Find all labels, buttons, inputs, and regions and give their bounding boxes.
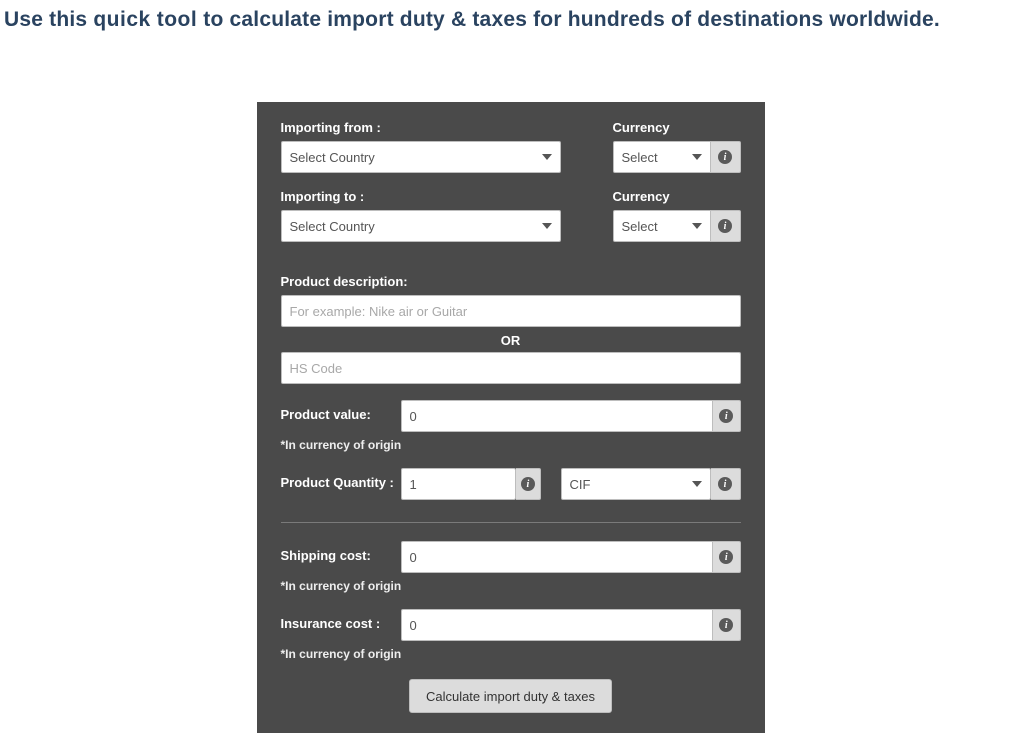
insurance-cost-label: Insurance cost : — [281, 609, 401, 631]
currency-from-label: Currency — [613, 120, 741, 135]
product-quantity-label: Product Quantity : — [281, 468, 401, 492]
product-value-input[interactable] — [401, 400, 713, 432]
insurance-cost-info-button[interactable]: i — [713, 609, 741, 641]
page-heading: Use this quick tool to calculate import … — [0, 0, 1021, 32]
importing-from-select[interactable]: Select Country — [281, 141, 561, 173]
importing-to-label: Importing to : — [281, 189, 561, 204]
shipping-cost-input[interactable] — [401, 541, 713, 573]
product-quantity-input[interactable] — [401, 468, 517, 500]
or-divider: OR — [281, 327, 741, 352]
shipping-cost-label: Shipping cost: — [281, 541, 401, 563]
info-icon: i — [719, 550, 733, 564]
incoterm-select[interactable]: CIF — [561, 468, 711, 500]
shipping-cost-info-button[interactable]: i — [713, 541, 741, 573]
insurance-cost-input[interactable] — [401, 609, 713, 641]
info-icon: i — [718, 150, 732, 164]
hs-code-input[interactable] — [281, 352, 741, 384]
product-value-note: *In currency of origin — [281, 438, 741, 452]
calculator-panel: Importing from : Select Country Currency… — [257, 102, 765, 733]
info-icon: i — [521, 477, 535, 491]
product-value-info-button[interactable]: i — [713, 400, 741, 432]
incoterm-info-button[interactable]: i — [711, 468, 741, 500]
info-icon: i — [718, 219, 732, 233]
shipping-cost-note: *In currency of origin — [281, 579, 741, 593]
currency-from-select[interactable]: Select — [613, 141, 711, 173]
info-icon: i — [719, 618, 733, 632]
info-icon: i — [719, 409, 733, 423]
product-description-input[interactable] — [281, 295, 741, 327]
importing-from-label: Importing from : — [281, 120, 561, 135]
currency-to-info-button[interactable]: i — [711, 210, 741, 242]
product-value-label: Product value: — [281, 400, 401, 422]
calculate-button[interactable]: Calculate import duty & taxes — [409, 679, 612, 713]
insurance-cost-note: *In currency of origin — [281, 647, 741, 661]
info-icon: i — [718, 477, 732, 491]
importing-to-select[interactable]: Select Country — [281, 210, 561, 242]
product-description-label: Product description: — [281, 274, 741, 289]
product-quantity-info-button[interactable]: i — [516, 468, 540, 500]
currency-from-info-button[interactable]: i — [711, 141, 741, 173]
divider — [281, 522, 741, 523]
currency-to-label: Currency — [613, 189, 741, 204]
currency-to-select[interactable]: Select — [613, 210, 711, 242]
